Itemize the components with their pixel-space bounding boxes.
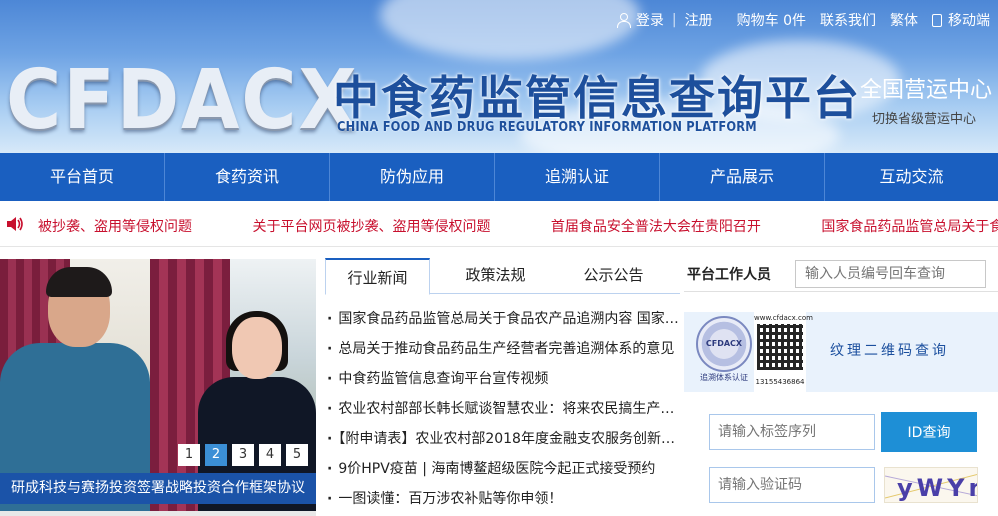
ticker-item[interactable]: 国家食品药品监管总局关于食品 xyxy=(821,219,998,235)
speaker-icon xyxy=(7,217,23,231)
captcha-noise: yWYn xyxy=(885,473,978,502)
tab-policy[interactable]: 政策法规 xyxy=(443,257,548,294)
ticker-item[interactable]: 被抄袭、盗用等侵权问题 xyxy=(38,219,192,235)
news-item[interactable]: 总局关于推动食品药品生产经营者完善追溯体系的意见 xyxy=(325,339,680,369)
certification-seal-icon: CFDACX xyxy=(696,316,752,372)
site-header: 登录 | 注册 购物车 0件 联系我们 繁体 移动端 CFDACX 中食药监管信… xyxy=(0,0,998,153)
news-item[interactable]: 【附申请表】农业农村部2018年度金融支农服务创新试点 xyxy=(325,429,680,459)
slide-dot-active[interactable]: 2 xyxy=(205,444,227,466)
news-list: 国家食品药品监管总局关于食品农产品追溯内容 国家食品 总局关于推动食品药品生产经… xyxy=(325,309,680,516)
contact-link[interactable]: 联系我们 xyxy=(820,10,876,30)
news-item[interactable]: 农业农村部部长韩长赋谈智慧农业：将来农民搞生产，靠手机 xyxy=(325,399,680,429)
id-query-button[interactable]: ID查询 xyxy=(881,412,977,452)
slider-bar xyxy=(0,511,316,516)
tab-industry-news[interactable]: 行业新闻 xyxy=(325,258,430,295)
mobile-link[interactable]: 移动端 xyxy=(932,10,990,30)
slide-caption[interactable]: 研成科技与赛扬投资签署战略投资合作框架协议 xyxy=(0,473,316,504)
ticker-item[interactable]: 关于平台网页被抄袭、盗用等侵权问题 xyxy=(252,219,490,235)
top-links: 登录 | 注册 购物车 0件 联系我们 繁体 移动端 xyxy=(602,10,990,30)
qr-code-icon: www.cfdacx.com 13155436864 xyxy=(754,312,813,392)
slide-dot[interactable]: 5 xyxy=(286,444,308,466)
query-panel: 平台工作人员 CFDACX 追溯体系认证 www.cfdacx.com 1315… xyxy=(684,257,998,516)
login-link[interactable]: 登录 xyxy=(616,10,664,30)
news-item[interactable]: 中食药监管信息查询平台宣传视频 xyxy=(325,369,680,399)
nav-item-anti-counterfeit[interactable]: 防伪应用 xyxy=(330,153,495,201)
site-title: 中食药监管信息查询平台 xyxy=(333,71,861,125)
nav-item-home[interactable]: 平台首页 xyxy=(0,153,165,201)
nav-item-news[interactable]: 食药资讯 xyxy=(165,153,330,201)
news-item[interactable]: 国家食品药品监管总局关于食品农产品追溯内容 国家食品 xyxy=(325,309,680,339)
news-item[interactable]: 一图读懂：百万涉农补贴等你申领！ xyxy=(325,489,680,516)
nav-item-interaction[interactable]: 互动交流 xyxy=(825,153,998,201)
phone-icon xyxy=(932,14,942,27)
center-name: 全国营运中心 xyxy=(859,78,992,103)
staff-query-bar: 平台工作人员 xyxy=(684,257,998,292)
slide-dots: 1 2 3 4 5 xyxy=(178,444,313,466)
divider: | xyxy=(671,12,677,28)
slide-dot[interactable]: 1 xyxy=(178,444,200,466)
tab-announcements[interactable]: 公示公告 xyxy=(561,257,666,294)
captcha-image[interactable]: yWYn xyxy=(884,467,978,503)
image-slider[interactable]: 1 2 3 4 5 研成科技与赛扬投资签署战略投资合作框架协议 xyxy=(0,259,316,516)
nav-item-traceability[interactable]: 追溯认证 xyxy=(495,153,660,201)
site-subtitle: CHINA FOOD AND DRUG REGULATORY INFORMATI… xyxy=(337,120,757,135)
tag-serial-input[interactable] xyxy=(709,414,875,450)
cart-link[interactable]: 购物车 0件 xyxy=(737,10,806,30)
slide-dot[interactable]: 4 xyxy=(259,444,281,466)
staff-id-input[interactable] xyxy=(795,260,986,288)
captcha-input[interactable] xyxy=(709,467,875,503)
ticker-item[interactable]: 首届食品安全普法大会在贵阳召开 xyxy=(551,219,761,235)
slide-dot[interactable]: 3 xyxy=(232,444,254,466)
register-link[interactable]: 注册 xyxy=(685,10,713,30)
news-panel: 行业新闻 政策法规 公示公告 国家食品药品监管总局关于食品农产品追溯内容 国家食… xyxy=(325,257,680,516)
news-ticker: 被抄袭、盗用等侵权问题 关于平台网页被抄袭、盗用等侵权问题 首届食品安全普法大会… xyxy=(0,201,998,247)
center-switch-link[interactable]: 切换省级营运中心 xyxy=(872,108,976,127)
qr-query-title[interactable]: 纹理二维码查询 xyxy=(830,340,949,360)
seal-text: 追溯体系认证 xyxy=(700,373,748,382)
news-item[interactable]: 9价HPV疫苗 | 海南博鳌超级医院今起正式接受预约 xyxy=(325,459,680,489)
nav-item-products[interactable]: 产品展示 xyxy=(660,153,825,201)
news-tabs: 行业新闻 政策法规 公示公告 xyxy=(325,257,680,295)
traditional-link[interactable]: 繁体 xyxy=(890,10,918,30)
qr-query-box[interactable]: CFDACX 追溯体系认证 www.cfdacx.com 13155436864… xyxy=(684,312,998,392)
cloud-decoration xyxy=(380,0,640,60)
site-logo[interactable]: CFDACX xyxy=(6,60,358,142)
main-nav: 平台首页 食药资讯 防伪应用 追溯认证 产品展示 互动交流 xyxy=(0,153,998,201)
user-icon xyxy=(616,13,631,28)
staff-label: 平台工作人员 xyxy=(687,267,771,283)
captcha-text: yWYn xyxy=(897,474,978,502)
